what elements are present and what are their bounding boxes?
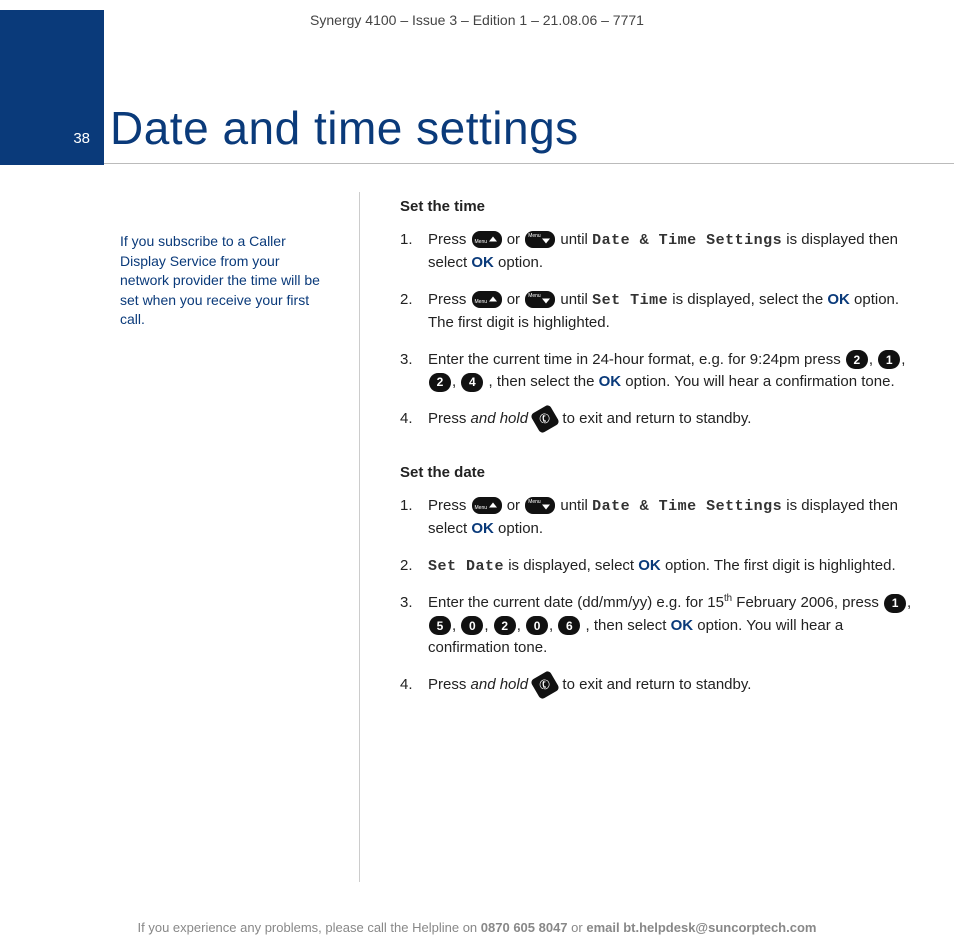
menu-down-icon: [525, 497, 555, 514]
set-time-step-4: Press and hold ✆ to exit and return to s…: [400, 408, 914, 431]
title-bar: 38 Date and time settings: [0, 34, 954, 164]
menu-up-icon: [472, 231, 502, 248]
helpline-email: email bt.helpdesk@suncorptech.com: [586, 920, 816, 935]
lcd-set-time: Set Time: [592, 292, 668, 309]
doc-header: Synergy 4100 – Issue 3 – Edition 1 – 21.…: [0, 0, 954, 34]
set-date-steps: Press or until Date & Time Settings is d…: [400, 495, 914, 697]
set-date-step-1: Press or until Date & Time Settings is d…: [400, 495, 914, 541]
keypad-0-icon: 0: [461, 616, 483, 635]
and-hold-text: and hold: [471, 410, 529, 427]
keypad-6-icon: 6: [558, 616, 580, 635]
keypad-5-icon: 5: [429, 616, 451, 635]
lcd-date-time-settings: Date & Time Settings: [592, 498, 782, 515]
ordinal-suffix: th: [724, 593, 732, 604]
keypad-1-icon: 1: [884, 594, 906, 613]
sidebar-note: If you subscribe to a Caller Display Ser…: [0, 192, 360, 882]
main-instructions: Set the time Press or until Date & Time …: [360, 192, 954, 882]
page-title: Date and time settings: [110, 101, 579, 155]
hangup-icon: ✆: [530, 670, 560, 700]
set-time-heading: Set the time: [400, 196, 914, 219]
menu-up-icon: [472, 497, 502, 514]
ok-label: OK: [471, 520, 494, 537]
ok-label: OK: [599, 373, 622, 390]
set-date-step-2: Set Date is displayed, select OK option.…: [400, 555, 914, 579]
ok-label: OK: [827, 291, 850, 308]
lcd-date-time-settings: Date & Time Settings: [592, 232, 782, 249]
set-time-step-3: Enter the current time in 24-hour format…: [400, 349, 914, 394]
menu-down-icon: [525, 291, 555, 308]
set-time-steps: Press or until Date & Time Settings is d…: [400, 229, 914, 431]
page-number-box: 38: [0, 10, 104, 165]
helpline-footer: If you experience any problems, please c…: [0, 920, 954, 935]
helpline-phone: 0870 605 8047: [481, 920, 568, 935]
set-date-heading: Set the date: [400, 462, 914, 485]
menu-up-icon: [472, 291, 502, 308]
ok-label: OK: [638, 557, 661, 574]
menu-down-icon: [525, 231, 555, 248]
keypad-0-icon: 0: [526, 616, 548, 635]
and-hold-text: and hold: [471, 676, 529, 693]
keypad-2-icon: 2: [494, 616, 516, 635]
hangup-icon: ✆: [530, 404, 560, 434]
ok-label: OK: [671, 617, 694, 634]
keypad-1-icon: 1: [878, 350, 900, 369]
keypad-4-icon: 4: [461, 373, 483, 392]
keypad-2-icon: 2: [429, 373, 451, 392]
content-area: If you subscribe to a Caller Display Ser…: [0, 164, 954, 882]
ok-label: OK: [471, 254, 494, 271]
page-number: 38: [73, 130, 90, 147]
set-date-step-4: Press and hold ✆ to exit and return to s…: [400, 674, 914, 697]
keypad-2-icon: 2: [846, 350, 868, 369]
lcd-set-date: Set Date: [428, 558, 504, 575]
set-time-step-1: Press or until Date & Time Settings is d…: [400, 229, 914, 275]
set-time-step-2: Press or until Set Time is displayed, se…: [400, 289, 914, 335]
set-date-step-3: Enter the current date (dd/mm/yy) e.g. f…: [400, 592, 914, 660]
